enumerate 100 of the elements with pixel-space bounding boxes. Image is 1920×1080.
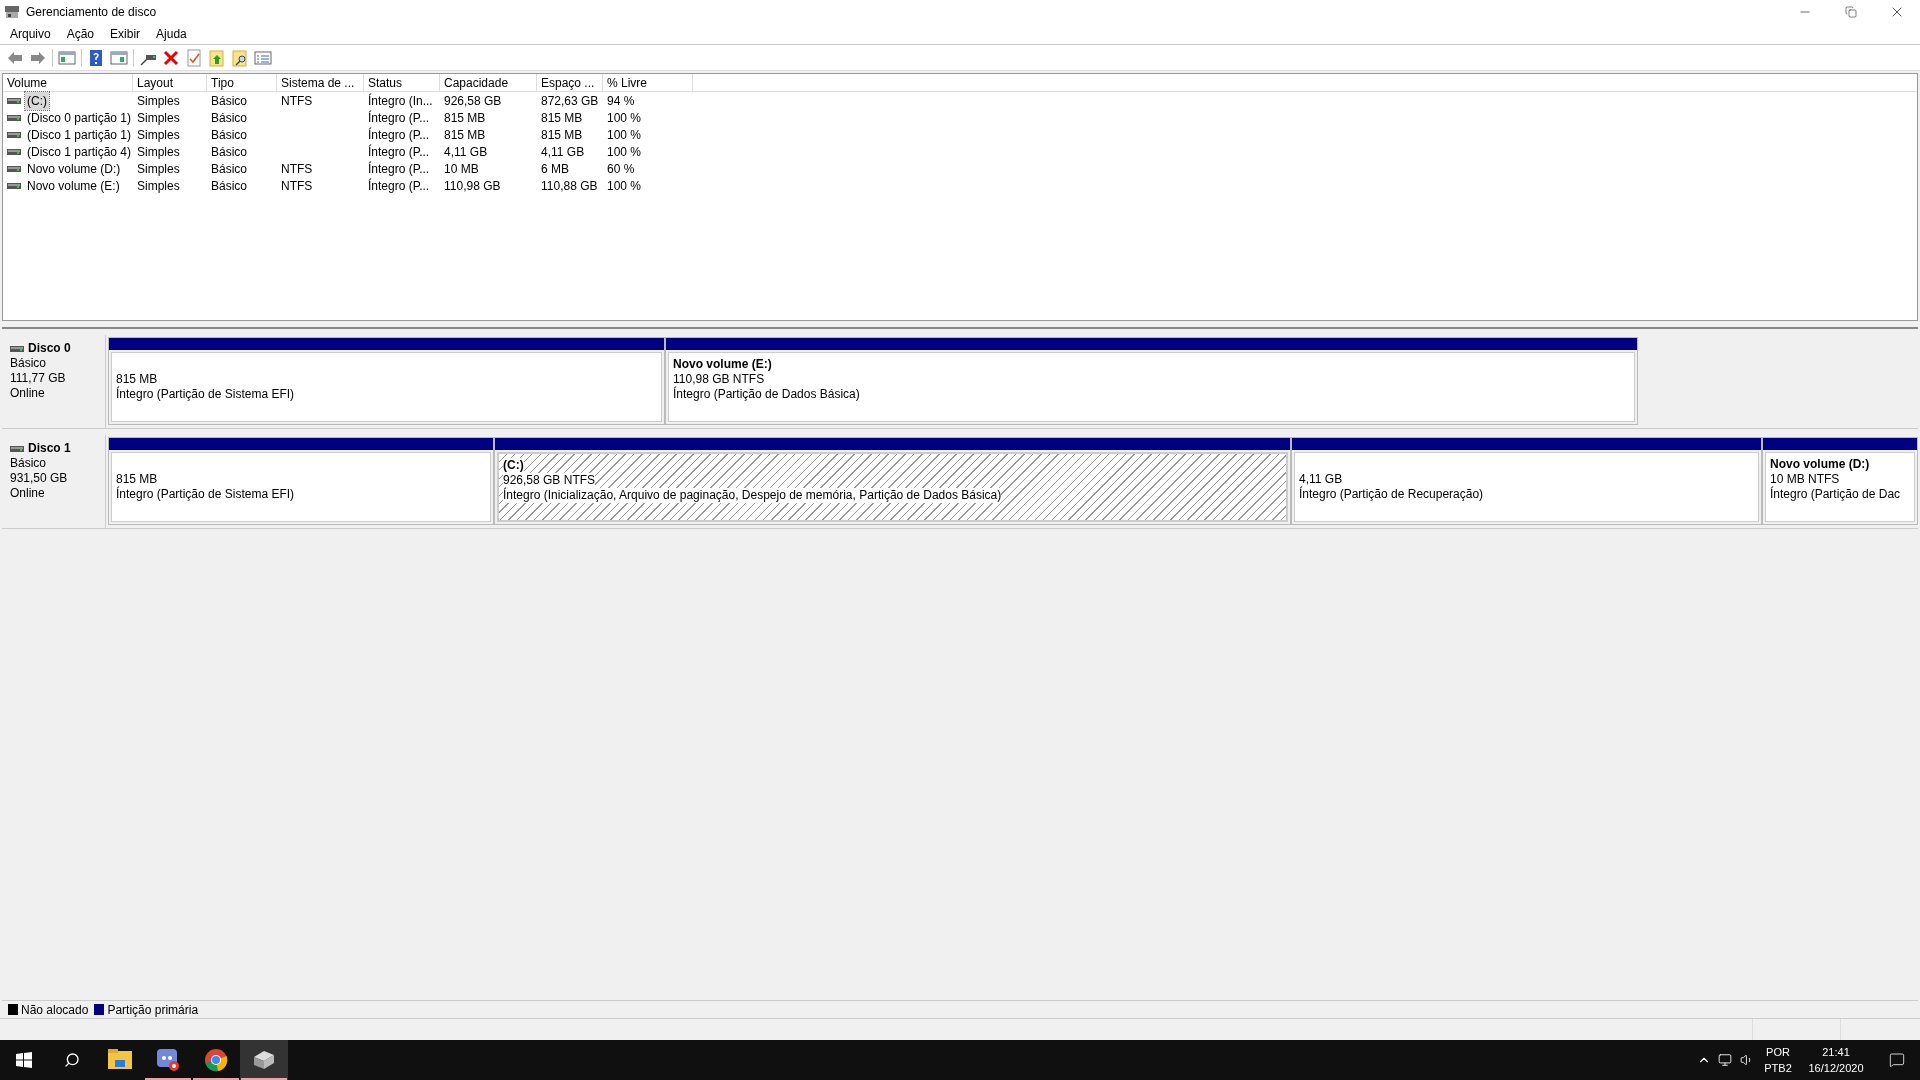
- partition-block[interactable]: 815 MB Íntegro (Partição de Sistema EFI): [108, 437, 494, 525]
- partition-name: Novo volume (E:): [673, 357, 772, 372]
- taskbar-app[interactable]: [240, 1040, 288, 1080]
- table-cell-text: Íntegro (In...: [368, 92, 433, 110]
- partition-status: Íntegro (Partição de Recuperação): [1299, 487, 1484, 502]
- drive-icon: [7, 97, 21, 104]
- column-header[interactable]: Sistema de ...: [277, 74, 364, 91]
- disk-state: Online: [10, 486, 46, 501]
- table-cell-text: 60 %: [607, 160, 635, 178]
- table-cell-text: 4,11 GB: [444, 143, 488, 161]
- partition-name: (C:): [503, 458, 524, 473]
- partition-status: Íntegro (Partição de Dados Básica): [673, 387, 860, 402]
- table-cell[interactable]: (Disco 0 partição 1): [25, 108, 134, 127]
- restore-icon: [1845, 6, 1857, 18]
- column-header[interactable]: Tipo: [207, 74, 277, 91]
- table-cell-text: Simples: [137, 160, 180, 178]
- disk-size: 931,50 GB: [10, 471, 69, 486]
- table-cell-text: NTFS: [281, 177, 313, 195]
- table-cell-text: 100 %: [607, 109, 642, 127]
- drive-icon: [10, 445, 24, 452]
- drive-icon: [7, 148, 21, 155]
- table-cell-text: Íntegro (P...: [368, 177, 430, 195]
- chat-app-icon: [156, 1048, 180, 1072]
- table-cell[interactable]: (Disco 1 partição 4): [25, 142, 134, 161]
- partition-size: 4,11 GB: [1299, 472, 1343, 487]
- table-cell-text: 100 %: [607, 143, 642, 161]
- table-cell-text: Básico: [211, 92, 248, 110]
- table-cell-text: 926,58 GB: [444, 92, 502, 110]
- drive-icon: [7, 182, 21, 189]
- search-icon: [64, 1052, 80, 1068]
- window-title: Gerenciamento de disco: [26, 4, 157, 21]
- table-cell-text: Íntegro (P...: [368, 109, 430, 127]
- partition-size: 926,58 GB NTFS: [503, 473, 596, 488]
- table-cell-text: Íntegro (P...: [368, 160, 430, 178]
- column-header[interactable]: Espaço ...: [537, 74, 603, 91]
- clock[interactable]: 21:41 16/12/2020: [1798, 1044, 1874, 1076]
- menu-item[interactable]: Ajuda: [148, 24, 195, 44]
- partition-name: Novo volume (D:): [1770, 457, 1870, 472]
- column-header[interactable]: Layout: [133, 74, 207, 91]
- partition-block[interactable]: (C:) 926,58 GB NTFS Íntegro (Inicialização, Arquivo de paginação, Despejo de memória, Partição de Dados Básica): [494, 437, 1291, 525]
- table-cell-text: 100 %: [607, 177, 642, 195]
- drive-icon: [7, 114, 21, 121]
- table-cell-text: 6 MB: [541, 160, 569, 178]
- table-cell-text: Simples: [137, 143, 180, 161]
- partition-block[interactable]: 4,11 GB Íntegro (Partição de Recuperação): [1291, 437, 1762, 525]
- partition-block[interactable]: Novo volume (D:) 10 MB NTFS Íntegro (Partição de Dac: [1762, 437, 1918, 525]
- legend-label: Partição primária: [107, 1001, 199, 1019]
- table-cell-text: 10 MB: [444, 160, 479, 178]
- table-cell-text: 100 %: [607, 126, 642, 144]
- column-header[interactable]: % Livre: [603, 74, 693, 91]
- table-cell-text: 94 %: [607, 92, 635, 110]
- table-cell-text: Básico: [211, 177, 248, 195]
- table-cell-text: 110,88 GB: [541, 177, 598, 195]
- table-cell-text: 815 MB: [444, 109, 486, 127]
- menu-item[interactable]: Exibir: [102, 24, 149, 44]
- monitor-icon: [1718, 1053, 1732, 1067]
- partition-status: Íntegro (Partição de Sistema EFI): [116, 487, 295, 502]
- table-cell-text: NTFS: [281, 92, 313, 110]
- partition-status: Íntegro (Partição de Dac: [1770, 487, 1901, 502]
- menu-item[interactable]: Arquivo: [2, 24, 59, 44]
- table-cell-text: Básico: [211, 126, 248, 144]
- column-header[interactable]: Capacidade: [440, 74, 537, 91]
- browser-icon: [204, 1048, 228, 1072]
- table-cell[interactable]: (C:): [25, 91, 49, 110]
- legend-label: Não alocado: [21, 1001, 89, 1019]
- partition-status: Íntegro (Partição de Sistema EFI): [116, 387, 295, 402]
- table-cell-text: 110,98 GB: [444, 177, 501, 195]
- column-header[interactable]: Status: [364, 74, 440, 91]
- table-cell[interactable]: Novo volume (D:): [25, 159, 123, 178]
- table-cell-text: Básico: [211, 143, 248, 161]
- folder-icon: [108, 1049, 132, 1071]
- table-cell-text: 815 MB: [444, 126, 486, 144]
- app-icon: [4, 5, 20, 19]
- disk-state: Online: [10, 386, 46, 401]
- disk-name: Disco 1: [28, 441, 71, 456]
- table-cell-text: Íntegro (P...: [368, 143, 430, 161]
- partition-block[interactable]: Novo volume (E:) 110,98 GB NTFS Íntegro (Partição de Dados Básica): [665, 337, 1638, 425]
- disk-size: 111,77 GB: [10, 371, 67, 386]
- table-cell-text: NTFS: [281, 160, 313, 178]
- table-cell-text: Íntegro (P...: [368, 126, 430, 144]
- table-cell-text: Básico: [211, 160, 248, 178]
- table-cell[interactable]: (Disco 1 partição 1): [25, 125, 134, 144]
- table-cell-text: Simples: [137, 109, 180, 127]
- table-cell-text: Básico: [211, 109, 248, 127]
- partition-block[interactable]: 815 MB Íntegro (Partição de Sistema EFI): [108, 337, 665, 425]
- drive-icon: [7, 165, 21, 172]
- disk-name: Disco 0: [28, 341, 71, 356]
- table-cell-text: 872,63 GB: [541, 92, 599, 110]
- disk-type: Básico: [10, 356, 48, 371]
- table-cell-text: 4,11 GB: [541, 143, 585, 161]
- disk-type: Básico: [10, 456, 48, 471]
- drive-icon: [7, 131, 21, 138]
- language-indicator[interactable]: POR PTB2: [1758, 1044, 1798, 1076]
- table-cell-text: Simples: [137, 126, 180, 144]
- table-cell-text: 815 MB: [541, 109, 583, 127]
- menu-item[interactable]: Ação: [58, 24, 103, 44]
- table-cell-text: Simples: [137, 177, 180, 195]
- table-cell-text: Simples: [137, 92, 180, 110]
- table-cell-text: 815 MB: [541, 126, 583, 144]
- table-cell[interactable]: Novo volume (E:): [25, 176, 122, 195]
